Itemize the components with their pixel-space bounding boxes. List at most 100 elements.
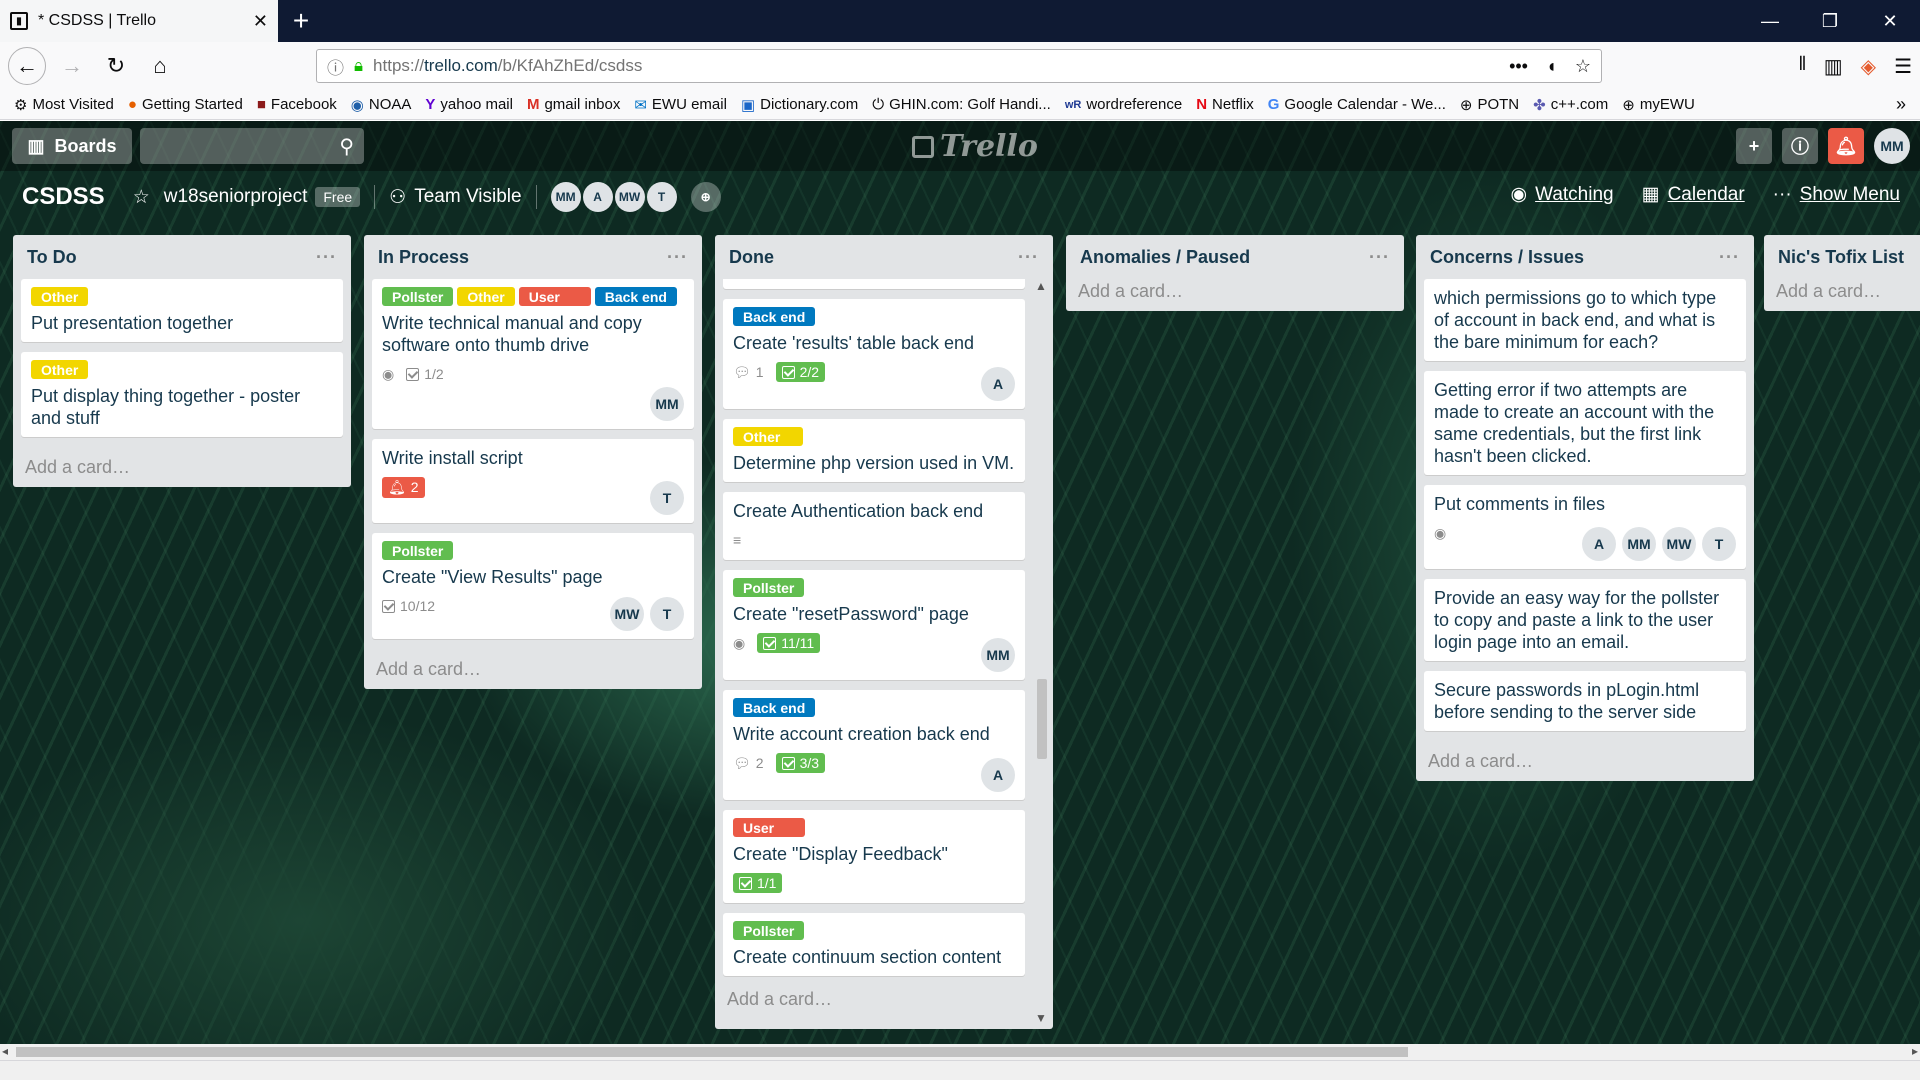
card-member-avatar[interactable]: MM <box>981 638 1015 672</box>
forward-button[interactable]: → <box>54 48 90 84</box>
pocket-icon[interactable]: ◖ <box>1546 56 1557 77</box>
card-member-avatar[interactable]: T <box>650 481 684 515</box>
bookmark-star-icon[interactable]: ☆ <box>1575 56 1591 77</box>
card[interactable]: Write install script 🔔︎ 2 T <box>372 439 694 523</box>
card[interactable]: Put comments in files ◉ A MM MW T <box>1424 485 1746 569</box>
list-title[interactable]: Done <box>729 247 774 268</box>
card[interactable]: Create Authentication back end ≡ <box>723 492 1025 560</box>
card[interactable]: Pollster Create "resetPassword" page ◉ 1… <box>723 570 1025 680</box>
add-card-button[interactable]: Add a card… <box>1424 741 1746 781</box>
menu-icon[interactable]: ☰ <box>1894 54 1912 79</box>
member-avatar[interactable]: A <box>582 182 613 212</box>
boards-button[interactable]: ▥ Boards <box>12 128 132 164</box>
card-member-avatar[interactable]: MW <box>1662 527 1696 561</box>
member-avatar[interactable]: MW <box>614 182 645 212</box>
bookmark-myewu[interactable]: ⊕ myEWU <box>1622 96 1695 114</box>
card[interactable]: Provide an easy way for the pollster to … <box>1424 579 1746 661</box>
user-avatar[interactable]: MM <box>1874 128 1910 164</box>
card-member-avatar[interactable]: MM <box>1622 527 1656 561</box>
bookmark-noaa[interactable]: ◉ NOAA <box>351 96 412 114</box>
bookmark-potn[interactable]: ⊕ POTN <box>1460 96 1519 114</box>
card-member-avatar[interactable]: T <box>650 597 684 631</box>
url-bar[interactable]: ⓘ 🔒︎ https://trello.com/b/KfAhZhEd/csdss… <box>316 49 1602 83</box>
watching-button[interactable]: ◉ Watching <box>1511 183 1614 206</box>
list-title[interactable]: In Process <box>378 247 469 268</box>
card[interactable]: Pollster Create "View Results" page 10/1… <box>372 533 694 639</box>
card-member-avatar[interactable]: MW <box>610 597 644 631</box>
card[interactable]: Pollster Create continuum section conten… <box>723 913 1025 976</box>
close-tab-icon[interactable]: ✕ <box>253 11 268 32</box>
card[interactable]: Back end Write account creation back end… <box>723 690 1025 800</box>
list-scrollbar[interactable]: ▲ ▼ <box>1035 279 1049 1029</box>
bookmark-ghin[interactable]: ⏻ GHIN.com: Golf Handi... <box>872 96 1051 113</box>
member-avatar[interactable]: MM <box>550 182 581 212</box>
list-menu-icon[interactable]: ··· <box>1719 247 1740 268</box>
list-title[interactable]: Concerns / Issues <box>1430 247 1584 268</box>
notification-bell-icon[interactable]: 🔔︎ <box>1828 128 1864 164</box>
card-member-avatar[interactable]: T <box>1702 527 1736 561</box>
bookmark-google-calendar[interactable]: G Google Calendar - We... <box>1268 96 1446 113</box>
bookmark-netflix[interactable]: N Netflix <box>1196 96 1254 113</box>
page-actions-icon[interactable]: ••• <box>1509 56 1528 77</box>
list-title[interactable]: Nic's Tofix List <box>1778 247 1904 268</box>
show-menu-button[interactable]: ··· Show Menu <box>1773 183 1900 206</box>
star-icon[interactable]: ☆ <box>133 186 150 209</box>
shield-icon[interactable]: ◈ <box>1861 54 1876 79</box>
card[interactable]: Pollster Other User Back end Write techn… <box>372 279 694 429</box>
add-card-button[interactable]: Add a card… <box>1074 271 1396 311</box>
list-menu-icon[interactable]: ··· <box>1018 247 1039 268</box>
bookmark-wordreference[interactable]: wR wordreference <box>1065 96 1182 113</box>
bookmark-gmail[interactable]: Mgmail inbox <box>527 96 620 113</box>
team-name[interactable]: w18seniorproject Free <box>164 186 361 208</box>
more-bookmarks-icon[interactable]: » <box>1896 94 1906 115</box>
bookmark-most-visited[interactable]: ⚙ Most Visited <box>14 96 114 114</box>
member-avatar[interactable]: T <box>646 182 677 212</box>
list-menu-icon[interactable]: ··· <box>1369 247 1390 268</box>
card[interactable]: Back end Create 'results' table back end… <box>723 299 1025 409</box>
list-title[interactable]: To Do <box>27 247 77 268</box>
board-name[interactable]: CSDSS <box>22 183 105 211</box>
restore-icon[interactable]: ❐ <box>1800 0 1860 42</box>
info-icon[interactable]: ⓘ <box>327 54 344 79</box>
info-icon[interactable]: ⓘ <box>1782 128 1818 164</box>
sidebar-icon[interactable]: ▥ <box>1824 54 1843 79</box>
card[interactable]: which permissions go to which type of ac… <box>1424 279 1746 361</box>
add-card-button[interactable]: Add a card… <box>1772 271 1912 311</box>
list-title[interactable]: Anomalies / Paused <box>1080 247 1250 268</box>
add-card-button[interactable]: Add a card… <box>372 649 694 689</box>
bookmark-yahoo[interactable]: Yyahoo mail <box>425 96 513 113</box>
card-member-avatar[interactable]: A <box>1582 527 1616 561</box>
card-member-avatar[interactable]: A <box>981 758 1015 792</box>
visibility-button[interactable]: ⚇ Team Visible <box>389 186 521 209</box>
card-member-avatar[interactable]: MM <box>650 387 684 421</box>
card[interactable]: Secure passwords in pLogin.html before s… <box>1424 671 1746 731</box>
card-partial[interactable] <box>723 279 1025 289</box>
reload-button[interactable]: ↻ <box>98 48 134 84</box>
list-scroll-area[interactable]: Back end Create 'results' table back end… <box>723 279 1025 979</box>
list-menu-icon[interactable]: ··· <box>316 247 337 268</box>
card[interactable]: Other Put presentation together <box>21 279 343 342</box>
new-tab-button[interactable]: + <box>278 0 324 42</box>
list-menu-icon[interactable]: ··· <box>667 247 688 268</box>
card[interactable]: Other Determine php version used in VM. <box>723 419 1025 482</box>
bookmark-facebook[interactable]: ■ Facebook <box>257 96 337 113</box>
card-member-avatar[interactable]: A <box>981 367 1015 401</box>
add-member-icon[interactable]: ⊕ <box>690 182 721 212</box>
add-card-button[interactable]: Add a card… <box>723 979 1025 1019</box>
trello-logo[interactable]: Trello <box>912 129 1038 164</box>
card[interactable]: Other Put display thing together - poste… <box>21 352 343 437</box>
card[interactable]: Getting error if two attempts are made t… <box>1424 371 1746 475</box>
bookmark-ewu-email[interactable]: ✉ EWU email <box>634 96 727 114</box>
add-card-button[interactable]: Add a card… <box>21 447 343 487</box>
home-button[interactable]: ⌂ <box>142 48 178 84</box>
close-window-icon[interactable]: ✕ <box>1860 0 1920 42</box>
search-input[interactable]: ⚲ <box>140 128 364 164</box>
back-button[interactable]: ← <box>8 47 46 85</box>
browser-tab[interactable]: ▮ * CSDSS | Trello ✕ <box>0 0 278 42</box>
horizontal-scrollbar[interactable]: ◂ ▸ <box>0 1044 1920 1060</box>
bookmark-cplusplus[interactable]: ✤ c++.com <box>1533 96 1608 114</box>
minimize-icon[interactable]: — <box>1740 0 1800 42</box>
bookmark-getting-started[interactable]: ● Getting Started <box>128 96 243 113</box>
library-icon[interactable]: 𝍪 <box>1799 49 1806 83</box>
calendar-button[interactable]: ▦ Calendar <box>1642 183 1745 206</box>
